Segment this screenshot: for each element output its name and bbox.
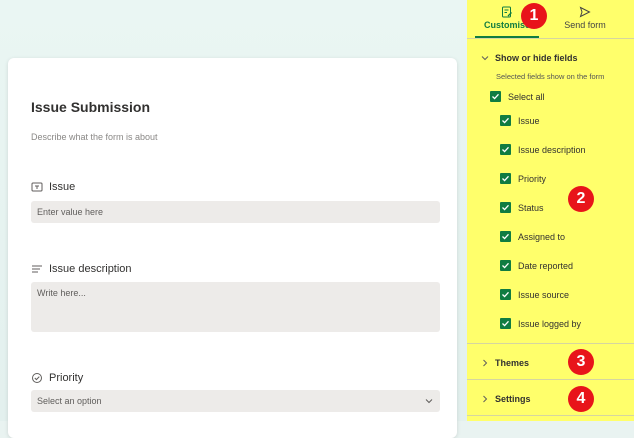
send-icon <box>579 6 591 18</box>
divider <box>467 343 634 344</box>
field-label: Issue description <box>518 144 586 155</box>
show-hide-subtitle: Selected fields show on the form <box>496 72 605 81</box>
callout-badge-3: 3 <box>568 349 594 375</box>
callout-badge-4: 4 <box>568 386 594 412</box>
show-hide-fields-header[interactable]: Show or hide fields <box>481 53 578 63</box>
priority-select-value: Select an option <box>37 396 102 406</box>
issue-description-textarea[interactable]: Write here... <box>31 282 440 332</box>
field-label: Status <box>518 202 544 213</box>
form-edit-icon <box>502 6 512 18</box>
field-checkbox-date-reported[interactable]: Date reported <box>500 260 573 271</box>
field-label: Date reported <box>518 260 574 271</box>
show-hide-fields-title: Show or hide fields <box>495 53 578 63</box>
field-label: Priority <box>518 173 547 184</box>
panel-tabs: Customise Send form <box>467 0 634 39</box>
checkmark-icon <box>500 260 511 271</box>
question-issue-description[interactable]: Issue description <box>31 263 132 275</box>
field-label: Assigned to <box>518 231 566 242</box>
tab-send-form[interactable]: Send form <box>549 0 621 38</box>
select-all-label: Select all <box>508 91 545 102</box>
field-label: Issue <box>518 115 540 126</box>
themes-label: Themes <box>495 358 530 368</box>
checkmark-icon <box>500 231 511 242</box>
checkmark-icon <box>500 289 511 300</box>
question-issue[interactable]: Issue <box>31 181 75 193</box>
divider <box>467 379 634 380</box>
checkmark-icon <box>500 318 511 329</box>
callout-badge-2: 2 <box>568 186 594 212</box>
checkmark-icon <box>500 173 511 184</box>
field-label: Issue source <box>518 289 570 300</box>
field-checkbox-issue-logged-by[interactable]: Issue logged by <box>500 318 581 329</box>
lines-icon <box>32 265 42 273</box>
callout-badge-1: 1 <box>521 3 547 29</box>
question-label: Priority <box>49 372 84 384</box>
field-checkbox-issue-description[interactable]: Issue description <box>500 144 586 155</box>
form-title[interactable]: Issue Submission <box>31 99 150 115</box>
divider <box>467 415 634 416</box>
chevron-right-icon <box>483 359 488 367</box>
form-card: Issue Submission Describe what the form … <box>8 58 457 438</box>
field-checkbox-issue-source[interactable]: Issue source <box>500 289 569 300</box>
field-checkbox-priority[interactable]: Priority <box>500 173 546 184</box>
chevron-down-icon <box>481 56 489 61</box>
question-priority[interactable]: Priority <box>31 372 83 384</box>
checkmark-icon <box>500 144 511 155</box>
checkmark-icon <box>500 115 511 126</box>
question-label: Issue <box>49 181 76 193</box>
form-description[interactable]: Describe what the form is about <box>31 132 158 142</box>
field-checkbox-status[interactable]: Status <box>500 202 544 213</box>
tab-send-form-label: Send form <box>564 20 606 30</box>
field-checkbox-issue[interactable]: Issue <box>500 115 540 126</box>
issue-input[interactable]: Enter value here <box>31 201 440 223</box>
field-label: Issue logged by <box>518 318 582 329</box>
checkmark-icon <box>500 202 511 213</box>
question-label: Issue description <box>49 263 132 275</box>
select-all-checkbox[interactable]: Select all <box>490 91 545 102</box>
customise-panel: Customise Send form Show or hide fields … <box>467 0 634 421</box>
chevron-down-icon <box>425 399 433 404</box>
textbox-icon <box>31 182 43 192</box>
themes-section-header[interactable]: Themes <box>481 358 529 368</box>
priority-select[interactable]: Select an option <box>31 390 440 412</box>
checkmark-icon <box>490 91 501 102</box>
settings-label: Settings <box>495 394 531 404</box>
check-circle-icon <box>32 373 42 383</box>
settings-section-header[interactable]: Settings <box>481 394 531 404</box>
chevron-right-icon <box>483 395 488 403</box>
field-checkbox-assigned-to[interactable]: Assigned to <box>500 231 565 242</box>
